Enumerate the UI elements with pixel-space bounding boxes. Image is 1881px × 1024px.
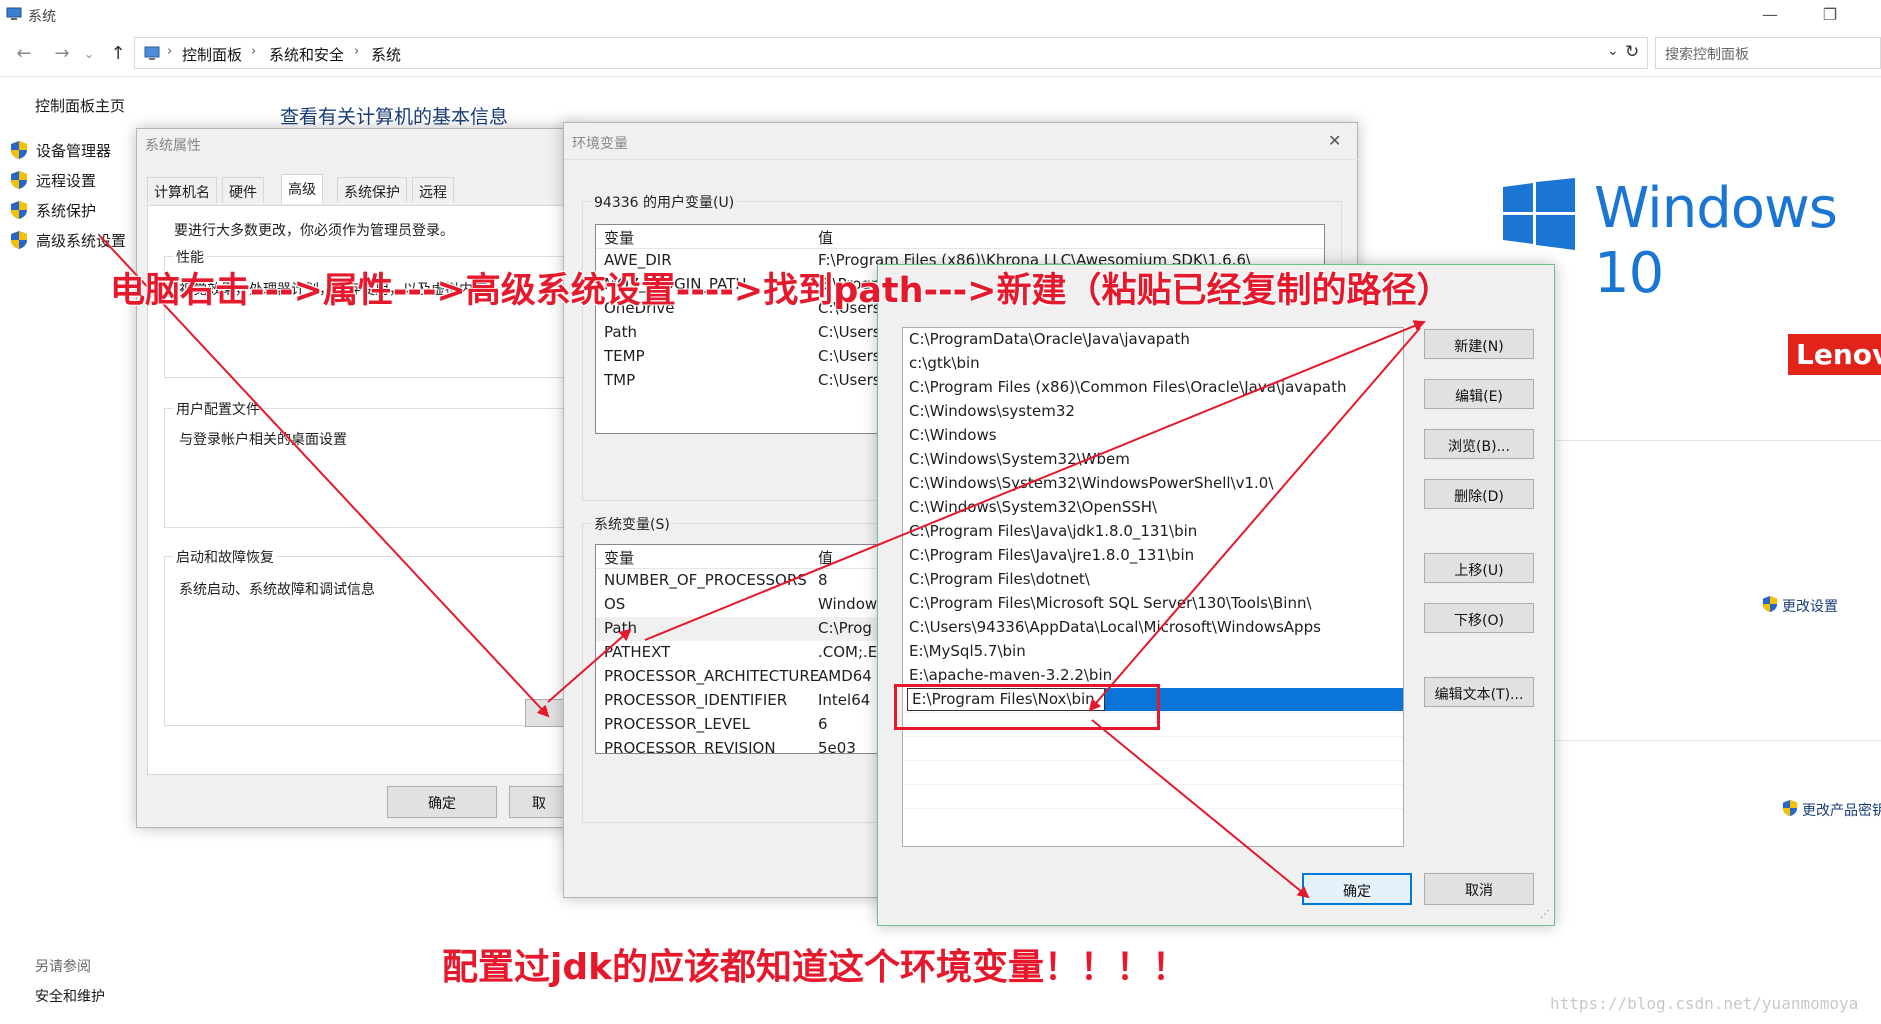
instruction-annotation: 电脑右击--->属性--->高级系统设置---->找到path--->新建（粘贴…: [110, 271, 1452, 311]
bottom-annotation: 配置过jdk的应该都知道这个环境变量！！！！: [442, 947, 1189, 988]
annotation-arrows: [99, 235, 1426, 899]
watermark: https://blog.csdn.net/yuanmomoya: [1550, 994, 1859, 1013]
